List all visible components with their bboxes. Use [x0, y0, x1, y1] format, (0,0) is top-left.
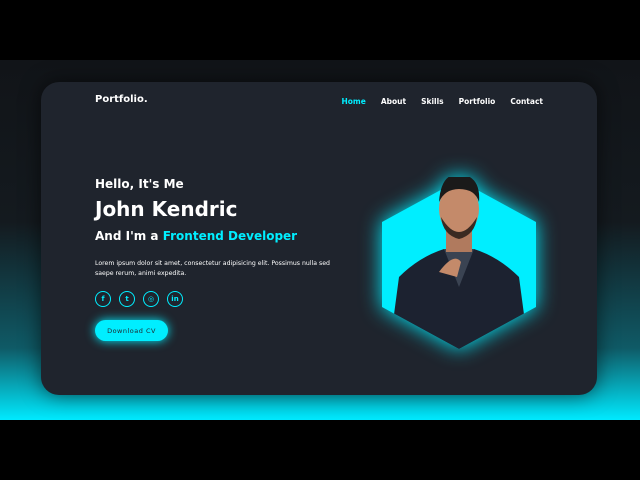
- nav-portfolio[interactable]: Portfolio: [459, 97, 496, 106]
- twitter-icon[interactable]: t: [119, 291, 135, 307]
- name-heading: John Kendric: [95, 197, 238, 221]
- profile-hexagon: [379, 173, 539, 352]
- nav-home[interactable]: Home: [341, 97, 365, 106]
- nav-contact[interactable]: Contact: [510, 97, 543, 106]
- role-prefix: And I'm a: [95, 229, 159, 243]
- download-cv-button[interactable]: Download CV: [95, 320, 168, 341]
- social-links: f t ◎ in: [95, 291, 183, 307]
- greeting: Hello, It's Me: [95, 177, 184, 191]
- role-heading: And I'm a Frontend Developer: [95, 229, 297, 243]
- role-text: Frontend Developer: [162, 229, 298, 243]
- logo[interactable]: Portfolio.: [95, 94, 148, 105]
- portfolio-card: Portfolio. Home About Skills Portfolio C…: [41, 82, 597, 395]
- main-nav: Home About Skills Portfolio Contact: [341, 97, 543, 106]
- nav-skills[interactable]: Skills: [421, 97, 444, 106]
- instagram-icon[interactable]: ◎: [143, 291, 159, 307]
- profile-photo: [382, 173, 536, 349]
- nav-about[interactable]: About: [381, 97, 406, 106]
- linkedin-icon[interactable]: in: [167, 291, 183, 307]
- facebook-icon[interactable]: f: [95, 291, 111, 307]
- description: Lorem ipsum dolor sit amet, consectetur …: [95, 260, 330, 277]
